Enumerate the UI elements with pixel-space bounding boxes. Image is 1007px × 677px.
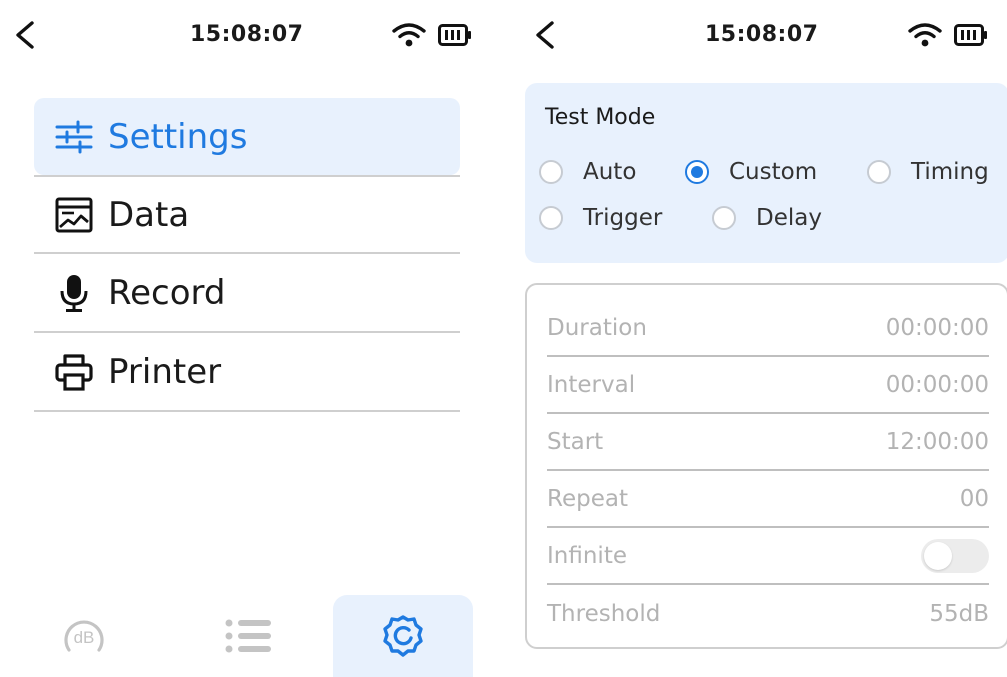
param-value: 00:00:00 <box>885 371 989 398</box>
param-label: Interval <box>547 371 636 398</box>
param-row-duration[interactable]: Duration 00:00:00 <box>547 300 989 357</box>
battery-icon <box>438 24 471 46</box>
param-value: 00 <box>959 485 989 512</box>
sliders-icon <box>55 120 93 153</box>
clock: 15:08:07 <box>190 22 304 47</box>
radio-label: Auto <box>583 159 637 185</box>
param-row-infinite: Infinite <box>547 528 989 585</box>
radio-label: Custom <box>729 159 818 185</box>
status-bar: 15:08:07 <box>0 0 500 80</box>
toggle-knob <box>924 541 952 570</box>
radio-auto[interactable]: Auto <box>539 159 636 185</box>
param-label: Duration <box>547 314 647 341</box>
radio-label: Trigger <box>583 205 663 231</box>
radio-circle <box>539 160 563 184</box>
parameters-card: Duration 00:00:00 Interval 00:00:00 Star… <box>525 283 1007 649</box>
nav-settings[interactable] <box>333 595 473 677</box>
menu-item-label: Record <box>108 272 226 313</box>
test-mode-title: Test Mode <box>545 105 656 130</box>
menu-item-data[interactable]: Data <box>34 175 460 254</box>
param-row-threshold[interactable]: Threshold 55dB <box>547 585 989 642</box>
chevron-left-icon[interactable] <box>532 20 558 50</box>
radio-circle <box>712 206 736 230</box>
radio-circle <box>685 160 709 184</box>
battery-icon <box>954 24 987 46</box>
param-value: 12:00:00 <box>885 428 989 455</box>
param-row-start[interactable]: Start 12:00:00 <box>547 414 989 471</box>
param-label: Threshold <box>547 600 661 627</box>
menu-item-label: Data <box>108 194 190 235</box>
printer-icon <box>55 353 93 391</box>
test-mode-screen: 15:08:07 Test Mode Auto Custom Timing Tr… <box>510 0 1007 677</box>
param-row-interval[interactable]: Interval 00:00:00 <box>547 357 989 414</box>
param-label: Repeat <box>547 485 628 512</box>
radio-circle <box>867 160 891 184</box>
radio-trigger[interactable]: Trigger <box>539 205 662 231</box>
db-meter-icon: dB <box>64 620 104 652</box>
param-label: Start <box>547 428 604 455</box>
radio-label: Delay <box>756 205 822 231</box>
nav-db-meter[interactable]: dB <box>14 595 154 677</box>
radio-timing[interactable]: Timing <box>867 159 989 185</box>
infinite-toggle[interactable] <box>921 538 989 573</box>
wifi-icon <box>908 23 942 47</box>
menu-item-settings[interactable]: Settings <box>34 98 460 175</box>
menu-item-record[interactable]: Record <box>34 254 460 333</box>
db-label: dB <box>74 628 95 647</box>
test-mode-card: Test Mode Auto Custom Timing Trigger Del… <box>525 83 1007 263</box>
param-value: 55dB <box>929 600 989 627</box>
microphone-icon <box>60 274 88 312</box>
bottom-nav: dB <box>0 595 500 677</box>
param-value: 00:00:00 <box>885 314 989 341</box>
menu-item-label: Printer <box>108 351 222 392</box>
param-row-repeat[interactable]: Repeat 00 <box>547 471 989 528</box>
radio-label: Timing <box>911 159 989 185</box>
radio-circle <box>539 206 563 230</box>
gear-icon <box>383 615 423 657</box>
wifi-icon <box>392 23 426 47</box>
list-icon <box>225 619 271 653</box>
radio-custom[interactable]: Custom <box>685 159 817 185</box>
radio-delay[interactable]: Delay <box>712 205 822 231</box>
settings-menu-screen: 15:08:07 Settings Data Record Printer dB <box>0 0 500 677</box>
nav-list[interactable] <box>178 595 318 677</box>
clock: 15:08:07 <box>705 22 819 47</box>
chart-image-icon <box>55 197 93 232</box>
menu-item-printer[interactable]: Printer <box>34 333 460 412</box>
settings-menu: Settings Data Record Printer <box>34 98 460 412</box>
status-bar: 15:08:07 <box>510 0 1007 80</box>
param-label: Infinite <box>547 542 627 569</box>
menu-item-label: Settings <box>108 116 248 157</box>
chevron-left-icon[interactable] <box>12 20 38 50</box>
